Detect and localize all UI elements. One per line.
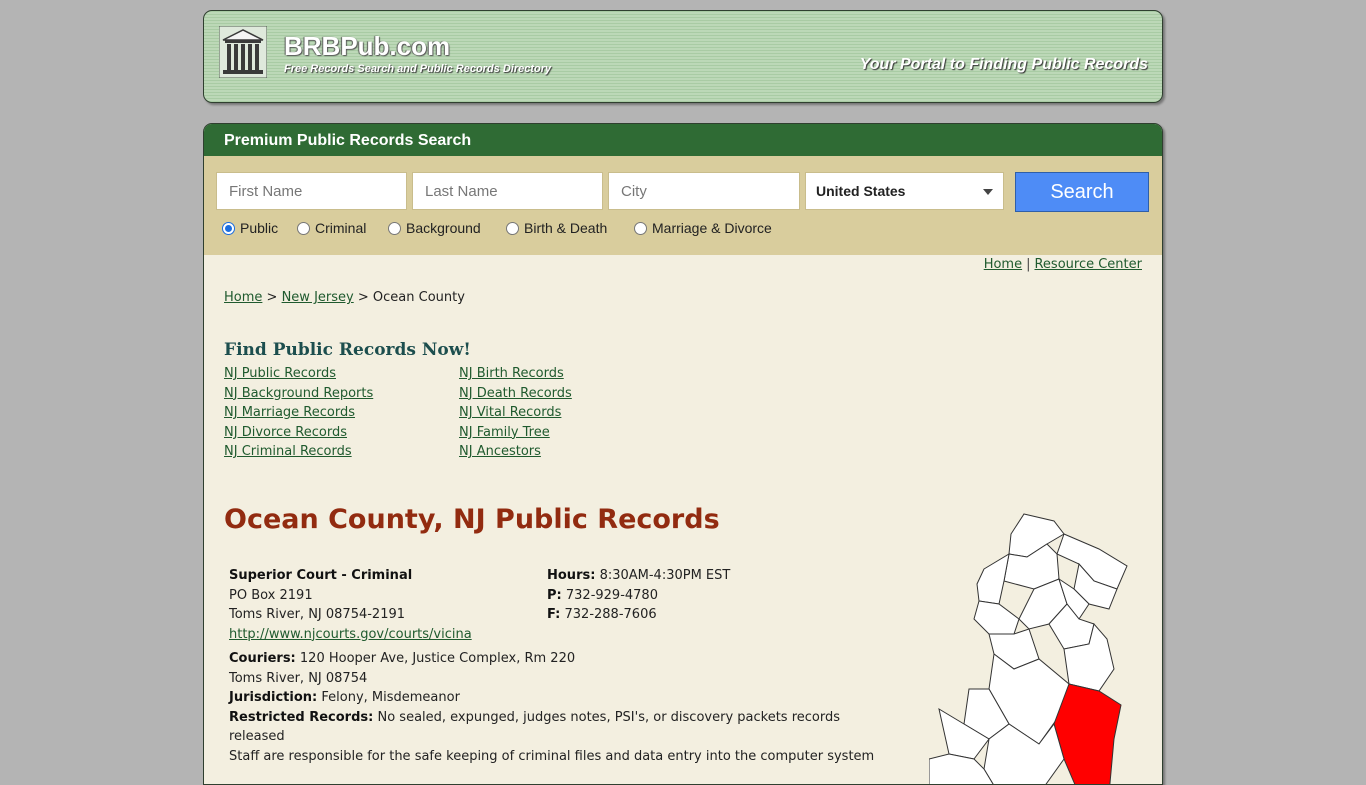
find-records-heading: Find Public Records Now! — [224, 340, 471, 360]
breadcrumb-current: Ocean County — [372, 290, 465, 305]
radio-label-birth-death: Birth & Death — [524, 220, 608, 236]
nj-vital-records-link[interactable]: NJ Vital Records — [459, 405, 561, 420]
breadcrumb-separator: > — [357, 290, 369, 305]
search-title-bar: Premium Public Records Search — [204, 124, 1162, 156]
country-select[interactable]: United States — [805, 172, 1004, 210]
nj-county-map[interactable] — [929, 509, 1163, 785]
radio-marriage-divorce[interactable] — [634, 222, 647, 235]
site-header: BRBPub.com Free Records Search and Publi… — [203, 10, 1163, 103]
search-button[interactable]: Search — [1015, 172, 1149, 212]
court-address-line1: PO Box 2191 — [229, 587, 313, 603]
radio-label-background: Background — [406, 220, 481, 236]
nj-public-records-link[interactable]: NJ Public Records — [224, 366, 336, 381]
resource-center-link[interactable]: Resource Center — [1034, 257, 1142, 272]
search-title: Premium Public Records Search — [224, 132, 472, 149]
search-form: United States Search Public Criminal Bac… — [204, 156, 1162, 255]
couriers-city: Toms River, NJ 08754 — [229, 670, 368, 686]
nj-family-tree-link[interactable]: NJ Family Tree — [459, 425, 550, 440]
breadcrumb: Home > New Jersey > Ocean County — [224, 290, 465, 305]
radio-public[interactable] — [222, 222, 235, 235]
court-website-link[interactable]: http://www.njcourts.gov/courts/vicina — [229, 627, 472, 642]
radio-background[interactable] — [388, 222, 401, 235]
records-links-left: NJ Public Records NJ Background Reports … — [224, 364, 373, 462]
nj-marriage-records-link[interactable]: NJ Marriage Records — [224, 405, 355, 420]
court-address-block: Superior Court - Criminal PO Box 2191 To… — [229, 566, 539, 644]
court-details-block: Couriers: 120 Hooper Ave, Justice Comple… — [229, 649, 889, 766]
couriers-address: 120 Hooper Ave, Justice Complex, Rm 220 — [299, 651, 576, 666]
city-input[interactable] — [608, 172, 800, 210]
nj-birth-records-link[interactable]: NJ Birth Records — [459, 366, 564, 381]
home-link[interactable]: Home — [984, 257, 1022, 272]
breadcrumb-state-link[interactable]: New Jersey — [282, 290, 354, 305]
brand-name[interactable]: BRBPub.com — [284, 31, 450, 62]
brand-tagline: Free Records Search and Public Records D… — [284, 63, 552, 75]
restricted-label: Restricted Records: — [229, 709, 374, 725]
radio-birth-death[interactable] — [506, 222, 519, 235]
page-title: Ocean County, NJ Public Records — [224, 504, 720, 535]
portal-slogan: Your Portal to Finding Public Records — [859, 56, 1148, 73]
top-links: Home | Resource Center — [984, 257, 1142, 272]
radio-label-criminal: Criminal — [315, 220, 367, 236]
courthouse-logo-icon[interactable] — [219, 26, 267, 78]
breadcrumb-home-link[interactable]: Home — [224, 290, 262, 305]
radio-label-public: Public — [240, 220, 279, 236]
main-panel: Premium Public Records Search United Sta… — [203, 123, 1163, 785]
map-county-ocean — [1053, 683, 1122, 784]
nj-criminal-records-link[interactable]: NJ Criminal Records — [224, 444, 352, 459]
phone-label: P: — [547, 587, 562, 603]
court-phone: 732-929-4780 — [565, 587, 658, 603]
jurisdiction-label: Jurisdiction: — [229, 690, 318, 705]
nj-divorce-records-link[interactable]: NJ Divorce Records — [224, 425, 347, 440]
nj-background-reports-link[interactable]: NJ Background Reports — [224, 386, 373, 401]
couriers-label: Couriers: — [229, 651, 296, 666]
country-select-value: United States — [816, 183, 906, 199]
link-separator: | — [1026, 257, 1031, 272]
breadcrumb-separator: > — [266, 290, 278, 305]
records-links-right: NJ Birth Records NJ Death Records NJ Vit… — [459, 364, 572, 462]
first-name-input[interactable] — [216, 172, 407, 210]
radio-label-marriage-divorce: Marriage & Divorce — [652, 220, 772, 236]
chevron-down-icon — [983, 189, 993, 195]
nj-death-records-link[interactable]: NJ Death Records — [459, 386, 572, 401]
map-county-hunterdon — [973, 600, 1020, 635]
hours-label: Hours: — [547, 568, 596, 583]
court-fax: 732-288-7606 — [564, 607, 657, 622]
court-address-line2: Toms River, NJ 08754-2191 — [229, 607, 406, 622]
jurisdiction-value: Felony, Misdemeanor — [321, 690, 460, 705]
map-county-warren — [976, 553, 1010, 605]
fax-label: F: — [547, 607, 561, 622]
staff-note: Staff are responsible for the safe keepi… — [229, 748, 875, 764]
court-hours: 8:30AM-4:30PM EST — [599, 568, 731, 583]
nj-ancestors-link[interactable]: NJ Ancestors — [459, 444, 541, 459]
last-name-input[interactable] — [412, 172, 603, 210]
radio-criminal[interactable] — [297, 222, 310, 235]
court-name: Superior Court - Criminal — [229, 568, 413, 583]
court-contact-block: Hours: 8:30AM-4:30PM EST P: 732-929-4780… — [547, 566, 847, 625]
